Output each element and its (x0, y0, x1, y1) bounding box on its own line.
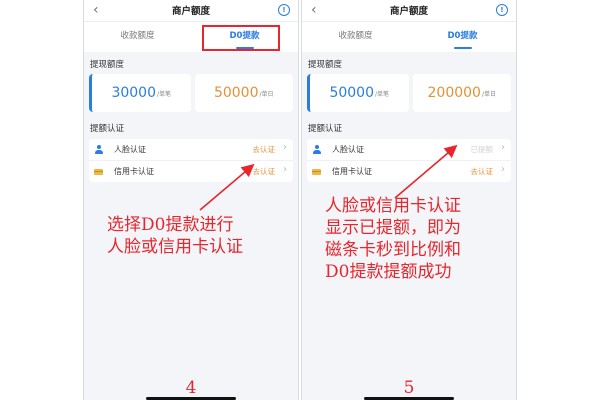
arrow-to-face-status (394, 144, 458, 199)
arrow-to-credit-card-status (199, 163, 255, 211)
annotation-arrows (199, 144, 458, 211)
